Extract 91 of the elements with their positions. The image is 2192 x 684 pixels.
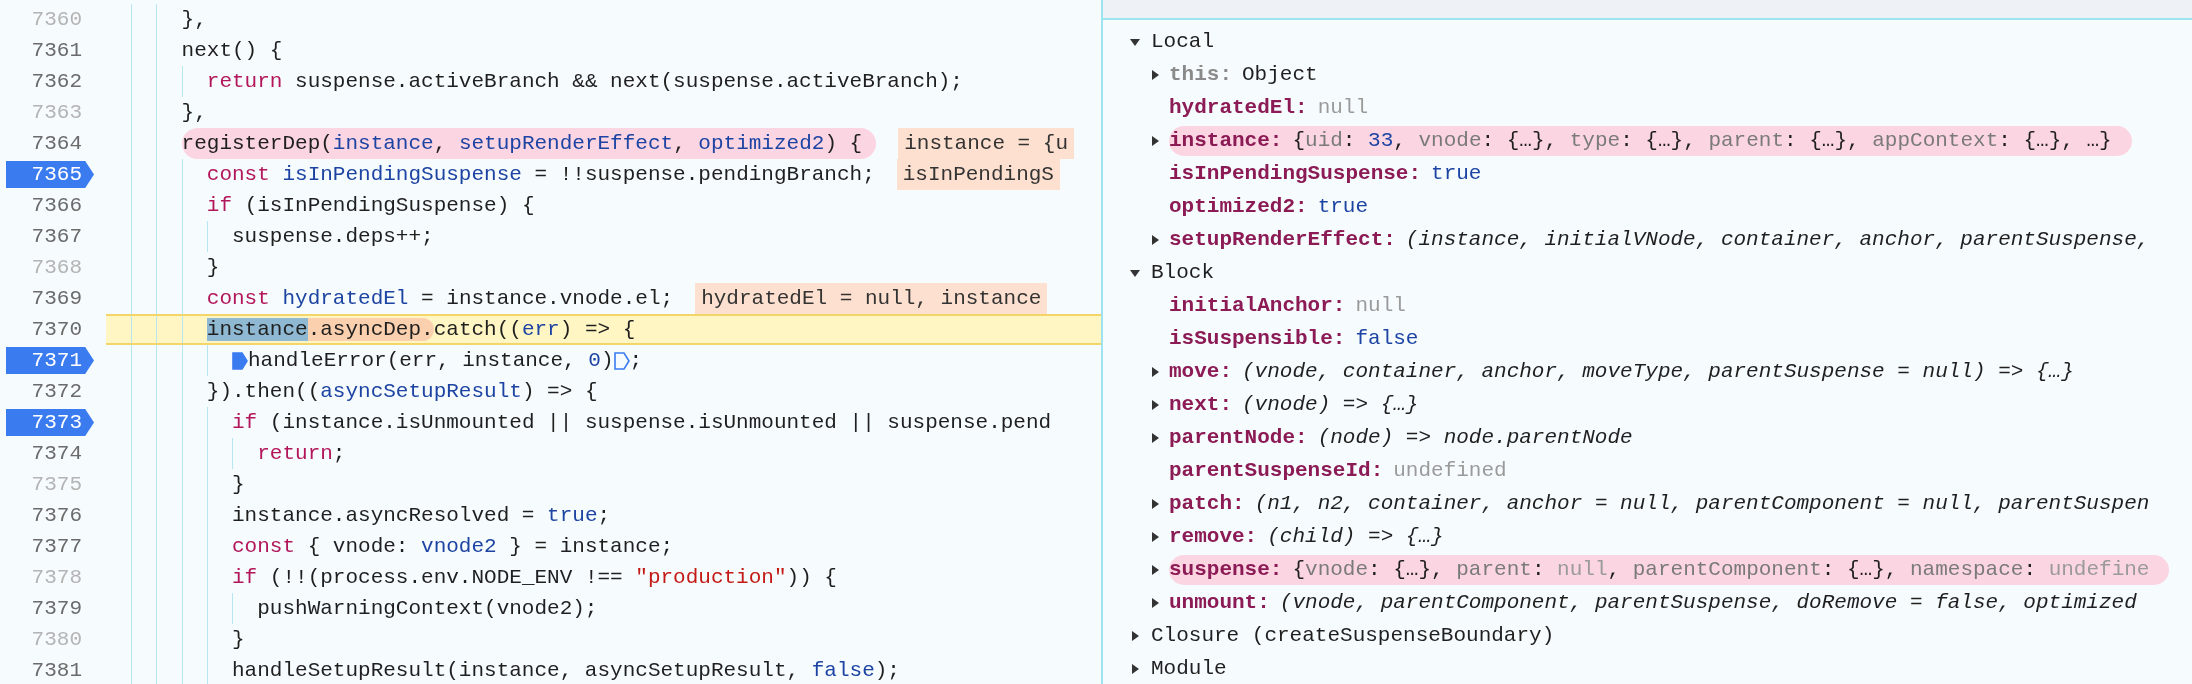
code-line: const hydratedEl = instance.vnode.el; [206,285,674,312]
property-name: remove: [1169,523,1258,550]
property-name: hydratedEl: [1169,94,1308,121]
line-number[interactable]: 7374 [31,437,94,470]
property-value: true [1317,193,1369,220]
property-name: isSuspensible: [1169,325,1346,352]
code-line: const { vnode: vnode2 } = instance; [232,533,674,560]
code-line: handleSetupResult(instance, asyncSetupResult, false); [232,657,900,684]
code-line: } [232,471,245,498]
property-value: null [1317,94,1369,121]
property-value: (node) => node.parentNode [1317,424,1633,451]
line-number[interactable]: 7377 [31,530,94,563]
code-line: }, [181,6,207,33]
property-name: this: [1169,61,1232,88]
property-value: {uid: 33, vnode: {…}, type: {…}, parent: {…}, appContext: {…}, …} [1292,127,2112,154]
property-name: patch: [1169,490,1245,517]
code-line: }).then((asyncSetupResult) => { [206,378,598,405]
line-number[interactable]: 7367 [31,220,94,253]
code-line: suspense.deps++; [232,223,434,250]
expand-triangle-icon[interactable] [1149,497,1161,510]
expand-triangle-icon[interactable] [1129,629,1141,642]
scope-section[interactable]: Module [1103,652,2192,684]
inline-breakpoint-icon[interactable] [232,350,248,371]
property-value: (child) => {…} [1267,523,1444,550]
property-name: parentSuspenseId: [1169,457,1384,484]
inline-value: hydratedEl = null, instance [695,282,1048,315]
line-number[interactable]: 7370 [31,313,94,346]
code-line: instance.asyncResolved = true; [232,502,611,529]
inline-breakpoint-icon[interactable] [613,350,630,371]
property-value: {vnode: {…}, parent: null, parentComponent: {…}, namespace: undefine [1292,556,2150,583]
expand-triangle-icon[interactable] [1149,530,1161,543]
expand-triangle-icon[interactable] [1149,68,1161,81]
property-name: next: [1169,391,1232,418]
line-number[interactable]: 7381 [31,654,94,684]
property-value: null [1355,292,1406,319]
property-value: Object [1242,61,1318,88]
code-line: pushWarningContext(vnode2); [257,595,598,622]
property-name: optimized2: [1169,193,1308,220]
code-line: if (instance.isUnmounted || suspense.isUnmounted || suspense.pend [232,409,1052,436]
property-name: parentNode: [1169,424,1308,451]
line-number[interactable]: 7361 [31,34,94,67]
scope-section[interactable]: Block [1103,256,2192,289]
code-line: if (!!(process.env.NODE_ENV !== "production")) { [232,564,837,591]
property-value: (n1, n2, container, anchor = null, parentComponent = null, parentSuspen [1254,490,2150,517]
expand-triangle-icon[interactable] [1129,662,1141,675]
property-name: instance: [1169,127,1283,154]
code-line: ; [629,347,643,374]
scope-section[interactable]: Closure (createSuspenseBoundary) [1103,619,2192,652]
line-number[interactable]: 7372 [31,375,94,408]
expand-triangle-icon[interactable] [1149,398,1161,411]
line-number[interactable]: 7369 [31,282,94,315]
line-number[interactable]: 7371 [6,347,94,374]
property-name: unmount: [1169,589,1270,616]
line-number[interactable]: 7379 [31,592,94,625]
expand-triangle-icon[interactable] [1149,563,1161,576]
expand-triangle-icon[interactable] [1149,365,1161,378]
code-line: handleError(err, instance, 0) [248,347,614,374]
code-line: const isInPendingSuspense = !!suspense.pendingBranch; [206,161,875,188]
line-number[interactable]: 7365 [6,161,94,188]
code-line: }, [181,99,207,126]
code-line: } [206,254,220,281]
code-line: if (isInPendingSuspense) { [206,192,535,219]
property-value: undefined [1393,457,1507,484]
property-name: initialAnchor: [1169,292,1346,319]
expand-triangle-icon[interactable] [1149,596,1161,609]
property-name: setupRenderEffect: [1169,226,1396,253]
property-value: (vnode) => {…} [1242,391,1419,418]
expand-triangle-icon[interactable] [1149,134,1161,147]
property-name: move: [1169,358,1232,385]
scope-section[interactable]: Local [1103,25,2192,58]
code-line: next() { [181,37,283,64]
code-line: } [232,626,245,653]
property-value: (vnode, parentComponent, parentSuspense, doRemove = false, optimized [1279,589,2137,616]
line-number[interactable]: 7366 [31,189,94,222]
property-name: isInPendingSuspense: [1169,160,1422,187]
property-value: true [1431,160,1482,187]
inline-value: instance = {u [898,127,1075,160]
code-line: return; [257,440,346,467]
property-value: false [1355,325,1419,352]
expand-triangle-icon[interactable] [1149,431,1161,444]
line-number[interactable]: 7362 [31,65,94,98]
code-line: return suspense.activeBranch && next(suspense.activeBranch); [206,68,963,95]
property-name: suspense: [1169,556,1283,583]
property-value: (vnode, container, anchor, moveType, parentSuspense = null) => {…} [1242,358,2074,385]
line-number[interactable]: 7376 [31,499,94,532]
code-line: instance.asyncDep.catch((err) => { [206,316,636,343]
expand-triangle-icon[interactable] [1149,233,1161,246]
line-number[interactable]: 7373 [6,409,94,436]
line-number[interactable]: 7364 [31,127,94,160]
inline-value: isInPendingS [896,158,1060,191]
property-value: (instance, initialVNode, container, anchor, parentSuspense, [1405,226,2150,253]
